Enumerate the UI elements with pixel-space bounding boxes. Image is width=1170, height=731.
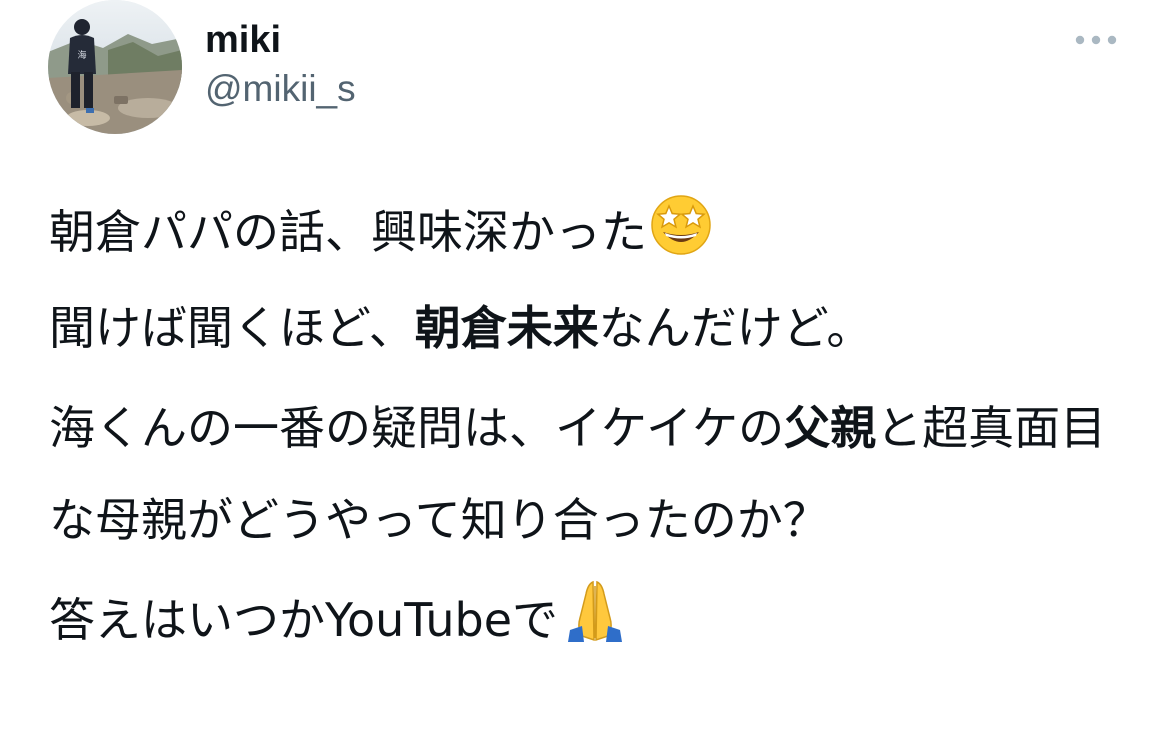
tweet-paragraph-1: 朝倉パパの話、興味深かった 聞けば聞くほど、朝倉未来なんだけど。 [49, 188, 1149, 372]
avatar-photo: 海 [48, 0, 182, 134]
user-handle[interactable]: @mikii_s [205, 66, 356, 112]
tweet-text-segment: 朝倉パパの話、興味深かった [49, 205, 647, 259]
svg-text:海: 海 [77, 49, 86, 61]
tweet-text-segment: 答えはいつかYouTubeで [49, 593, 559, 647]
tweet-text-bold: 朝倉未来 [414, 301, 599, 355]
folded-hands-emoji [560, 578, 630, 672]
more-options-button[interactable] [1068, 26, 1124, 54]
tweet-card: 海 miki @mikii_s 朝倉パパの話、興味深かった 聞けば聞くほど、朝倉… [0, 0, 1170, 731]
tweet-text-bold: 父親 [784, 401, 877, 455]
star-struck-emoji [649, 192, 713, 284]
avatar[interactable]: 海 [48, 0, 182, 134]
display-name[interactable]: miki [205, 16, 281, 64]
tweet-text-segment: なんだけど。 [598, 301, 873, 355]
tweet-text: 朝倉パパの話、興味深かった 聞けば聞くほど、朝倉未来なんだけど。 海くんの一番の… [49, 188, 1149, 672]
tweet-paragraph-2: 海くんの一番の疑問は、イケイケの父親と超真面目な母親がどうやって知り合ったのか？ [49, 382, 1134, 566]
tweet-text-segment: 聞けば聞くほど、 [49, 301, 415, 355]
more-horizontal-icon [1075, 35, 1117, 45]
tweet-text-segment: 海くんの一番の疑問は、イケイケの [49, 401, 785, 455]
tweet-paragraph-3: 答えはいつかYouTubeで [49, 576, 1149, 672]
